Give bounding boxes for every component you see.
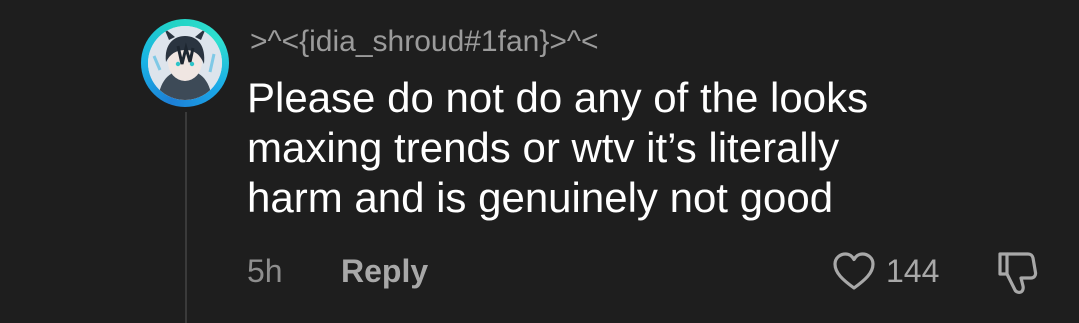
comment-username[interactable]: >^<{idia_shroud#1fan}>^< bbox=[250, 22, 598, 62]
thread-line bbox=[185, 112, 187, 323]
like-count: 144 bbox=[886, 253, 940, 289]
reply-button[interactable]: Reply bbox=[341, 251, 428, 291]
heart-icon[interactable] bbox=[831, 250, 877, 292]
comment-text: Please do not do any of the looks maxing… bbox=[247, 74, 869, 221]
avatar-image bbox=[148, 26, 222, 100]
comment-timestamp: 5h bbox=[247, 253, 283, 289]
avatar[interactable] bbox=[141, 19, 229, 107]
thumbs-down-icon[interactable] bbox=[994, 248, 1040, 296]
